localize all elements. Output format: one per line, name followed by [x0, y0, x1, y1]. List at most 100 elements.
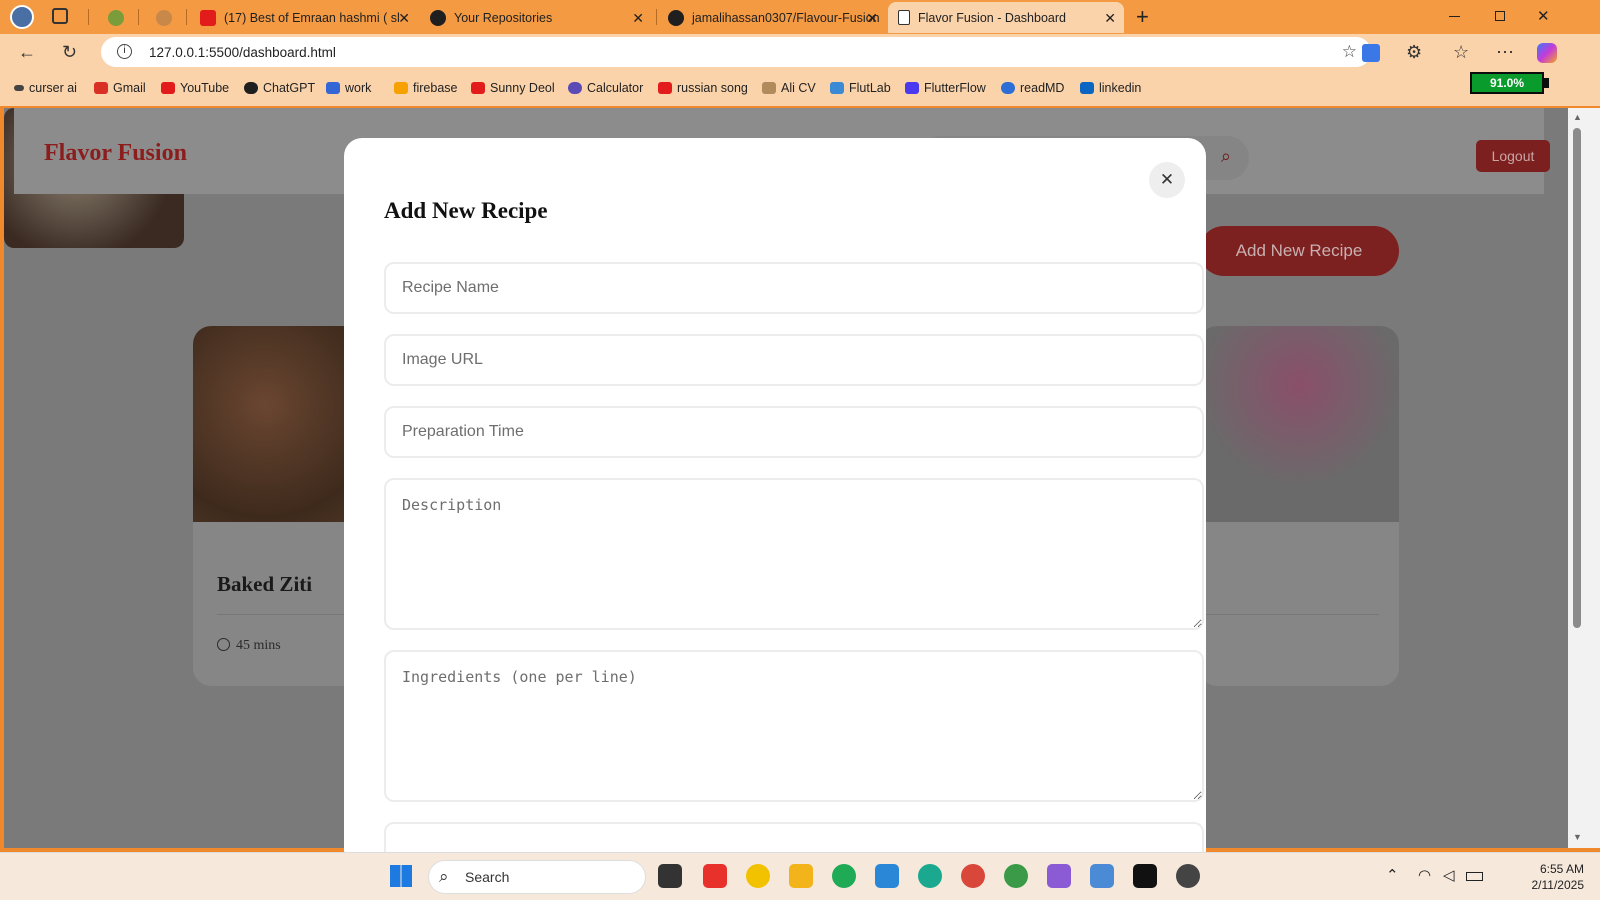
- youtube-icon: [161, 82, 175, 94]
- new-tab-button[interactable]: +: [1136, 4, 1149, 30]
- tab-dashboard[interactable]: Flavor Fusion - Dashboard ✕: [888, 2, 1124, 33]
- youtube-icon: [471, 82, 485, 94]
- volume-icon[interactable]: ◁: [1443, 866, 1455, 884]
- search-icon: ⌕: [1220, 146, 1231, 166]
- bookmark-work[interactable]: work: [326, 81, 371, 95]
- back-icon[interactable]: ←: [18, 42, 36, 63]
- favorite-star-icon[interactable]: ☆: [1342, 42, 1357, 62]
- bookmark-ali-cv[interactable]: Ali CV: [762, 81, 816, 95]
- whatsapp-icon[interactable]: [832, 864, 856, 888]
- anydesk-icon[interactable]: [703, 864, 727, 888]
- github-icon: [668, 9, 684, 26]
- bookmark-firebase[interactable]: firebase: [394, 81, 457, 95]
- chatgpt-icon: [244, 82, 258, 94]
- recipe-title: Baked Ziti: [217, 572, 313, 596]
- close-icon[interactable]: ✕: [1104, 10, 1116, 27]
- scrollbar-thumb[interactable]: [1573, 128, 1581, 628]
- restore-icon[interactable]: [1495, 11, 1505, 21]
- tab-repositories[interactable]: Your Repositories ✕: [420, 2, 652, 33]
- vscode-icon[interactable]: [875, 864, 899, 888]
- tab-flavour-fusion-repo[interactable]: jamalihassan0307/Flavour-Fusion ✕: [658, 2, 886, 33]
- chrome-icon[interactable]: [961, 864, 985, 888]
- profile-avatar[interactable]: [10, 5, 34, 29]
- tab-youtube[interactable]: (17) Best of Emraan hashmi ( slow ✕: [190, 2, 418, 33]
- recipe-card[interactable]: [1199, 326, 1399, 686]
- file-explorer-icon[interactable]: [789, 864, 813, 888]
- site-logo[interactable]: Flavor Fusion: [44, 140, 187, 167]
- bookmarks-bar: curser ai Gmail YouTube ChatGPT work fir…: [0, 72, 1600, 106]
- bookmark-gmail[interactable]: Gmail: [94, 81, 146, 95]
- gmail-icon: [94, 82, 108, 94]
- bookmark-russian-song[interactable]: russian song: [658, 81, 748, 95]
- photos-icon[interactable]: [1090, 864, 1114, 888]
- close-icon[interactable]: ✕: [866, 10, 878, 27]
- edge-icon[interactable]: [918, 864, 942, 888]
- recipe-time: 45 mins: [217, 638, 281, 654]
- bookmark-chatgpt[interactable]: ChatGPT: [244, 81, 315, 95]
- youtube-icon: [200, 9, 216, 26]
- workspaces-icon[interactable]: [52, 8, 68, 24]
- linkedin-icon: [1080, 82, 1094, 94]
- terminal-app-icon[interactable]: [1133, 864, 1157, 888]
- recipe-image: [1199, 326, 1399, 522]
- github-icon: [430, 9, 446, 26]
- search-icon: ⌕: [439, 867, 449, 886]
- chrome-profile-icon[interactable]: [1004, 864, 1028, 888]
- bookmark-calculator[interactable]: Calculator: [568, 81, 643, 95]
- translate-icon[interactable]: [1362, 44, 1380, 62]
- close-window-icon[interactable]: ✕: [1537, 7, 1550, 25]
- reload-icon[interactable]: ↻: [62, 42, 77, 63]
- cv-icon: [762, 82, 776, 94]
- chat-app-icon[interactable]: [746, 864, 770, 888]
- system-clock[interactable]: 6:55 AM 2/11/2025: [1514, 861, 1585, 893]
- more-menu-icon[interactable]: ⋯: [1496, 42, 1514, 63]
- chevron-up-icon[interactable]: ⌃: [1386, 866, 1399, 884]
- bookmark-curser-ai[interactable]: curser ai: [14, 81, 77, 95]
- address-bar[interactable]: i 127.0.0.1:5500/dashboard.html ☆: [101, 37, 1371, 67]
- bookmark-flutterflow[interactable]: FlutterFlow: [905, 81, 986, 95]
- tab-pinned-2[interactable]: [146, 2, 182, 33]
- recipe-name-input[interactable]: [384, 262, 1204, 314]
- bookmark-icon: [14, 85, 24, 91]
- logout-button[interactable]: Logout: [1476, 140, 1550, 172]
- bookmark-readmd[interactable]: readMD: [1001, 81, 1064, 95]
- windows-start-icon[interactable]: [390, 865, 412, 887]
- url-text: 127.0.0.1:5500/dashboard.html: [149, 44, 336, 60]
- site-info-icon[interactable]: i: [117, 44, 132, 59]
- docs-icon: [326, 82, 340, 94]
- taskbar-search[interactable]: ⌕ Search: [428, 860, 646, 894]
- scroll-up-icon[interactable]: ▲: [1573, 112, 1582, 122]
- close-icon[interactable]: ✕: [398, 10, 410, 27]
- bookmark-linkedin[interactable]: linkedin: [1080, 81, 1141, 95]
- modal-title: Add New Recipe: [384, 198, 548, 223]
- clock-app-icon[interactable]: [1176, 864, 1200, 888]
- extensions-icon[interactable]: ⚙: [1406, 42, 1422, 63]
- calculator-icon: [568, 82, 582, 94]
- close-icon[interactable]: ✕: [632, 10, 644, 27]
- bookmark-youtube[interactable]: YouTube: [161, 81, 229, 95]
- flutlab-icon: [830, 82, 844, 94]
- windows-taskbar: ⌕ Search ⌃ ◠ ◁ 6:55 AM 2/11/2025: [0, 852, 1600, 900]
- tab-pinned-1[interactable]: [98, 2, 134, 33]
- add-recipe-button[interactable]: Add New Recipe: [1199, 226, 1399, 276]
- ingredients-textarea[interactable]: [384, 650, 1204, 802]
- bookmark-sunny-deol[interactable]: Sunny Deol: [471, 81, 555, 95]
- flutterflow-icon: [905, 82, 919, 94]
- add-recipe-modal: ✕ Add New Recipe: [344, 138, 1206, 868]
- battery-icon[interactable]: [1466, 872, 1483, 881]
- bookmark-flutlab[interactable]: FlutLab: [830, 81, 891, 95]
- wifi-icon[interactable]: ◠: [1418, 866, 1431, 884]
- tab-favicon: [108, 9, 124, 26]
- modal-close-button[interactable]: ✕: [1149, 162, 1185, 198]
- visual-studio-icon[interactable]: [1047, 864, 1071, 888]
- tab-title: Flavor Fusion - Dashboard: [918, 10, 1066, 25]
- scroll-down-icon[interactable]: ▼: [1573, 832, 1582, 842]
- preparation-time-input[interactable]: [384, 406, 1204, 458]
- image-url-input[interactable]: [384, 334, 1204, 386]
- minimize-icon[interactable]: [1449, 16, 1460, 17]
- task-view-icon[interactable]: [658, 864, 682, 888]
- favorites-icon[interactable]: ☆: [1453, 42, 1469, 63]
- tab-strip: (17) Best of Emraan hashmi ( slow ✕ Your…: [0, 0, 1600, 34]
- copilot-icon[interactable]: [1537, 43, 1557, 63]
- description-textarea[interactable]: [384, 478, 1204, 630]
